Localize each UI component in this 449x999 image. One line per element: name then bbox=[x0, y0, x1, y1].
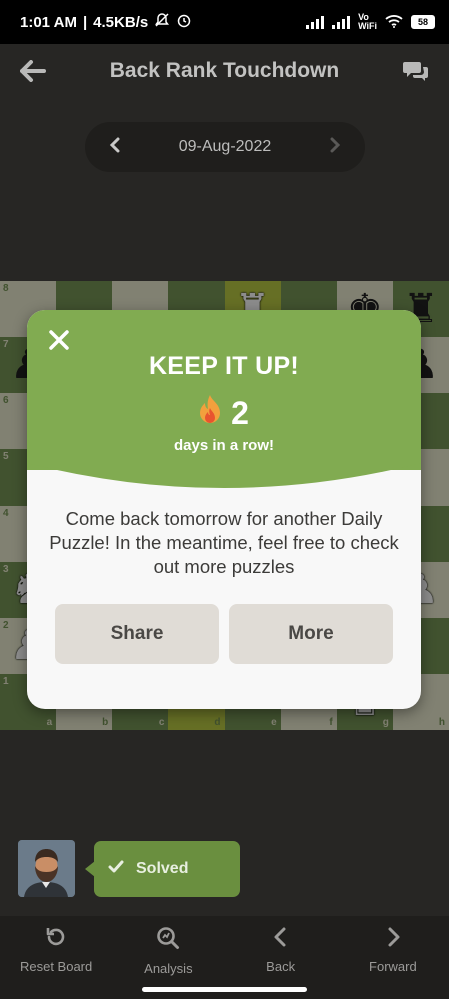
status-speed: 4.5KB/s bbox=[93, 13, 149, 31]
previous-date-icon[interactable] bbox=[109, 137, 121, 158]
streak-dialog: KEEP IT UP! 2 days in a row! Come back t… bbox=[27, 310, 421, 709]
battery-icon: 58 bbox=[411, 15, 435, 29]
next-date-icon[interactable] bbox=[329, 137, 341, 158]
page-title: Back Rank Touchdown bbox=[109, 59, 340, 82]
solved-label: Solved bbox=[136, 860, 189, 877]
current-date: 09-Aug-2022 bbox=[178, 138, 272, 155]
reset-icon bbox=[45, 926, 67, 951]
status-bar: 1:01 AM | 4.5KB/s Vo WiFi 58 bbox=[0, 0, 449, 44]
chevron-left-icon bbox=[270, 926, 292, 951]
streak-label: days in a row! bbox=[173, 437, 275, 454]
forward-move-button[interactable]: Forward bbox=[337, 916, 449, 999]
close-icon[interactable] bbox=[47, 328, 71, 352]
more-button[interactable]: More bbox=[229, 604, 393, 664]
analysis-label: Analysis bbox=[144, 961, 193, 976]
analysis-magnifier-icon bbox=[156, 926, 180, 953]
reset-board-button[interactable]: Reset Board bbox=[0, 916, 112, 999]
forward-label: Forward bbox=[369, 959, 417, 974]
status-time: 1:01 AM bbox=[20, 13, 77, 31]
chat-icon[interactable] bbox=[401, 56, 431, 86]
streak-count: 2 bbox=[231, 394, 249, 431]
checkmark-icon bbox=[108, 860, 124, 879]
vowifi-label: Vo WiFi bbox=[358, 12, 377, 31]
wifi-icon bbox=[385, 14, 403, 31]
share-button[interactable]: Share bbox=[55, 604, 219, 664]
chevron-right-icon bbox=[382, 926, 404, 951]
dialog-title: KEEP IT UP! bbox=[148, 352, 300, 380]
back-label: Back bbox=[266, 959, 296, 974]
home-indicator[interactable] bbox=[142, 987, 307, 992]
signal-icon bbox=[306, 15, 325, 29]
signal-icon-2 bbox=[332, 15, 351, 29]
streak-counter: 2 bbox=[27, 394, 421, 432]
solved-badge: Solved bbox=[85, 841, 240, 897]
dialog-message: Come back tomorrow for another Daily Puz… bbox=[49, 508, 399, 577]
avatar bbox=[18, 840, 75, 897]
alarm-icon bbox=[176, 12, 192, 32]
flame-icon bbox=[199, 394, 221, 432]
date-selector: 09-Aug-2022 bbox=[85, 122, 365, 172]
mute-icon bbox=[154, 12, 170, 32]
reset-board-label: Reset Board bbox=[19, 959, 93, 974]
app-header: Back Rank Touchdown bbox=[0, 44, 449, 100]
